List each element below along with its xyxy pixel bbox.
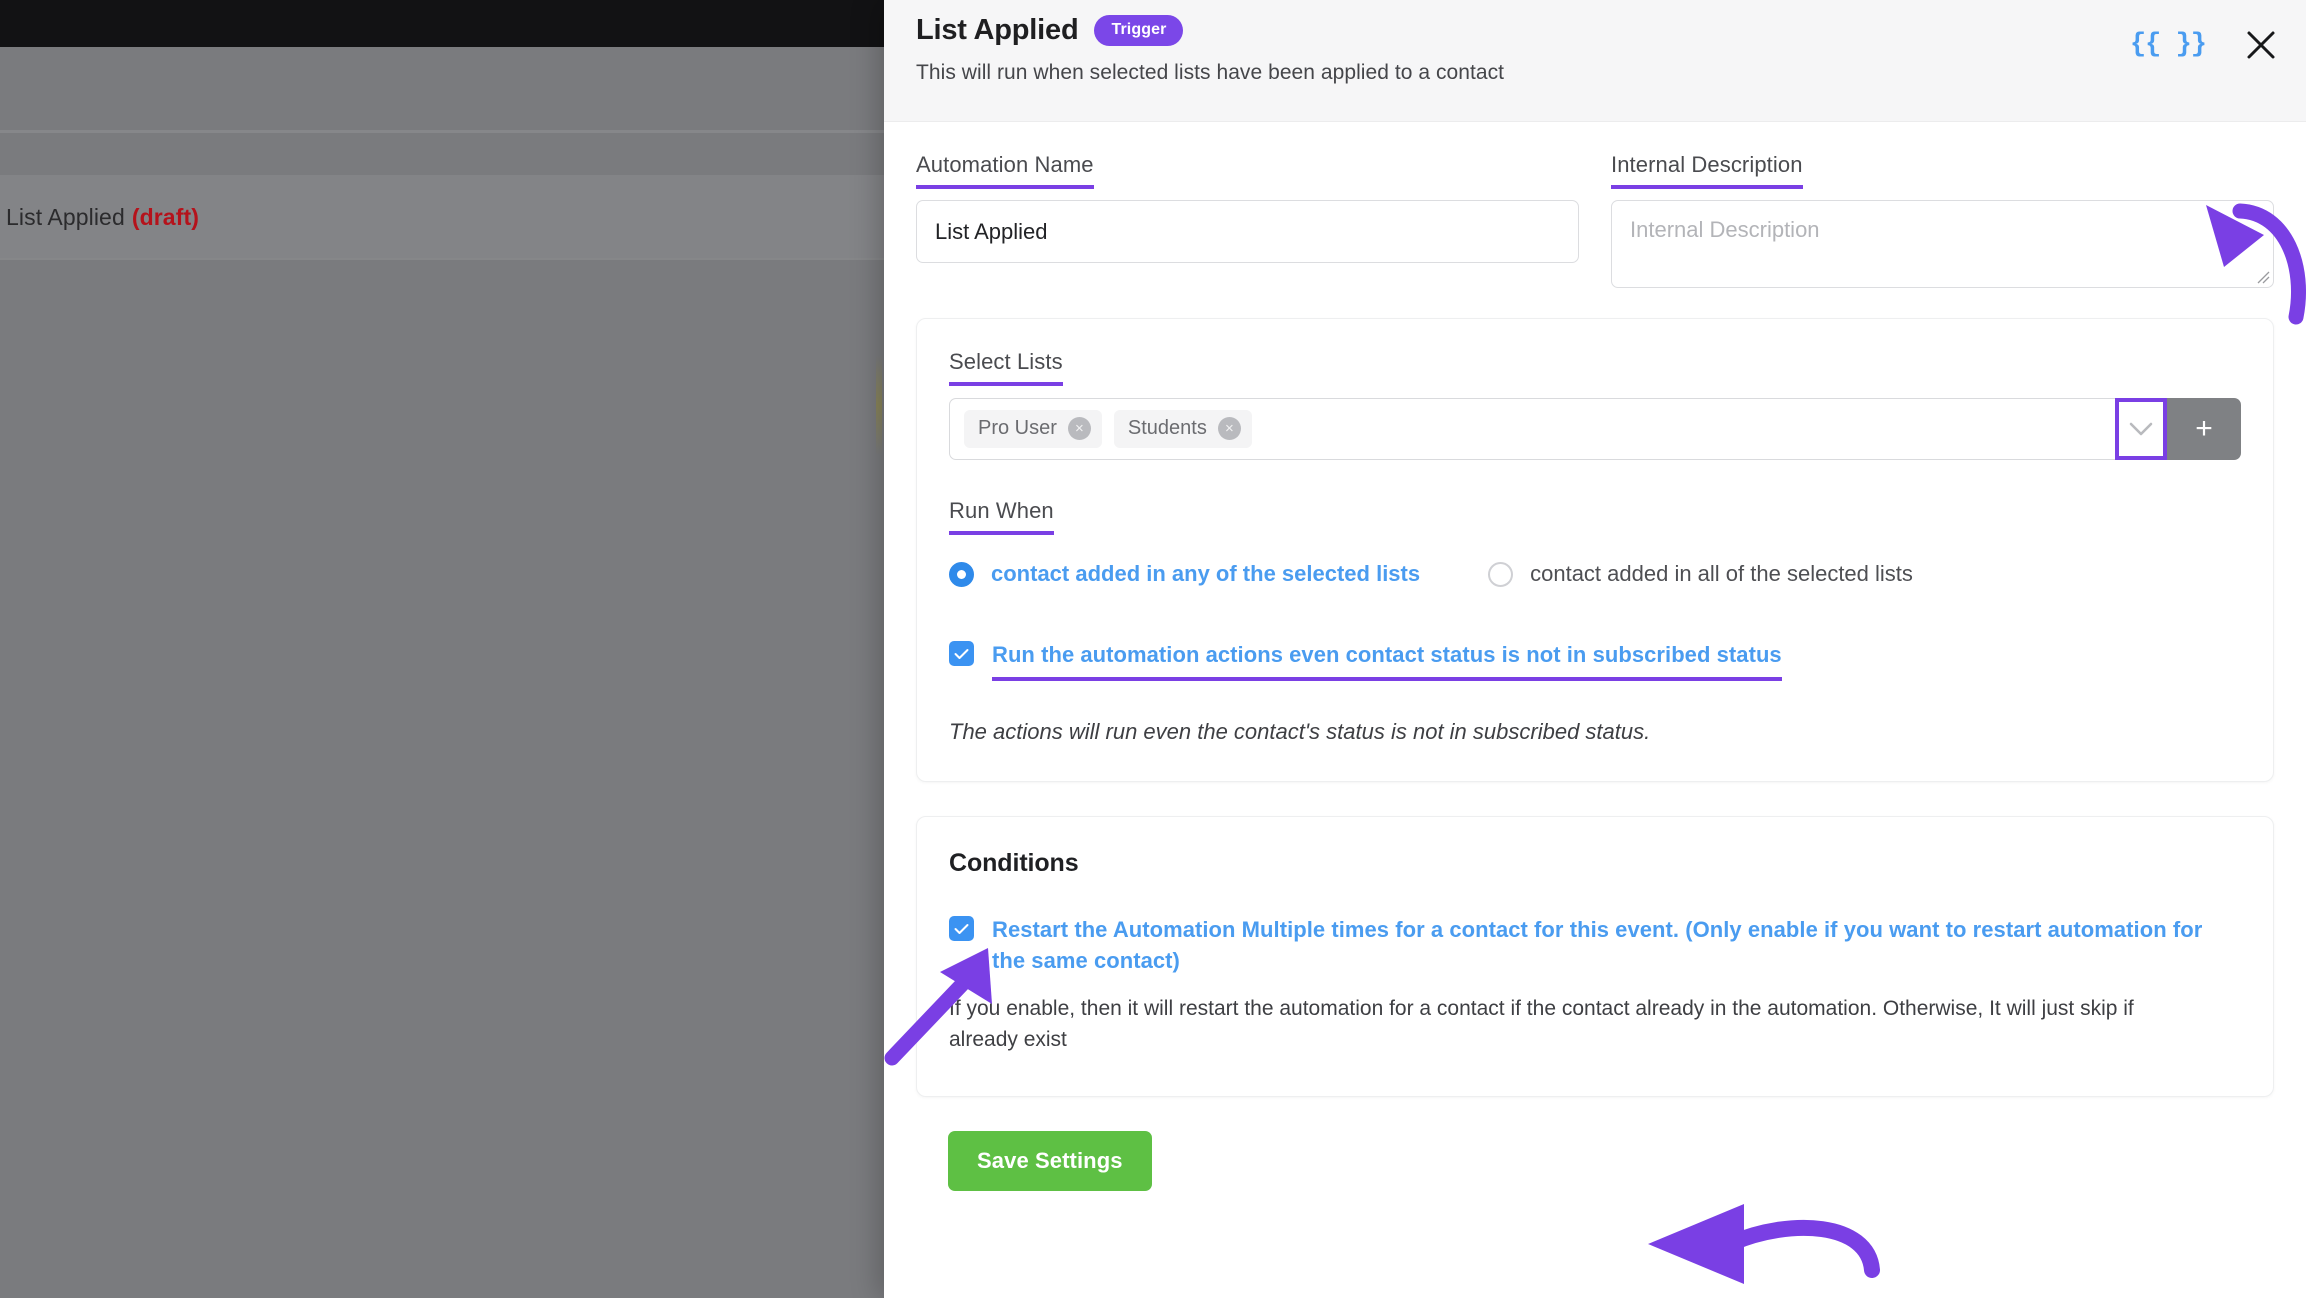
radio-icon-any[interactable] [949, 561, 974, 587]
background-automation-title: List Applied (draft) [0, 204, 199, 231]
divider-line [0, 258, 884, 260]
automation-name-input[interactable]: List Applied [916, 200, 1579, 263]
checkbox-restart-automation[interactable] [949, 916, 974, 942]
conditions-card: Conditions Restart the Automation Multip… [916, 816, 2274, 1097]
trigger-badge: Trigger [1094, 15, 1184, 46]
subscribed-status-option[interactable]: Run the automation actions even contact … [949, 639, 2241, 682]
radio-option-all[interactable]: contact added in all of the selected lis… [1488, 561, 1913, 587]
panel-subtitle: This will run when selected lists have b… [916, 61, 1505, 84]
list-tag[interactable]: Students × [1113, 410, 1252, 448]
conditions-title: Conditions [949, 849, 1079, 878]
radio-label-any: contact added in any of the selected lis… [991, 561, 1421, 586]
radio-icon-all[interactable] [1488, 561, 1514, 587]
panel-body: Automation Name List Applied Internal De… [884, 122, 2306, 1191]
radio-option-any[interactable]: contact added in any of the selected lis… [949, 561, 1420, 587]
background-node-sliver [876, 355, 882, 455]
app-sub-bar [0, 130, 884, 133]
chevron-down-icon[interactable] [2115, 398, 2167, 460]
restart-automation-option[interactable]: Restart the Automation Multiple times fo… [949, 914, 2241, 976]
resize-handle-icon[interactable] [2254, 268, 2270, 284]
panel-title: List Applied [916, 14, 1079, 46]
top-fields-row: Automation Name List Applied Internal De… [916, 152, 2274, 288]
automation-title-bar: List Applied (draft) [0, 175, 884, 259]
select-lists-row: Pro User × Students × + [949, 398, 2241, 460]
restart-automation-label: Restart the Automation Multiple times fo… [992, 917, 2203, 974]
subscribed-status-note: The actions will run even the contact's … [949, 719, 1651, 745]
internal-description-field-group: Internal Description Internal Descriptio… [1611, 152, 2274, 288]
trigger-settings-card: Select Lists Pro User × Students × + Run… [916, 318, 2274, 783]
close-icon[interactable] [2244, 28, 2278, 62]
checkbox-subscribed-status[interactable] [949, 641, 974, 666]
run-when-label: Run When [949, 498, 1054, 535]
subscribed-status-label: Run the automation actions even contact … [992, 639, 1782, 682]
remove-tag-icon[interactable]: × [1217, 417, 1241, 440]
panel-header: List Applied Trigger This will run when … [884, 0, 2306, 122]
automation-name-field-group: Automation Name List Applied [916, 152, 1579, 288]
background-automation-name: List Applied [6, 203, 125, 230]
background-draft-badge: (draft) [131, 203, 199, 230]
internal-description-label: Internal Description [1611, 152, 1803, 189]
trigger-settings-panel: List Applied Trigger This will run when … [884, 0, 2306, 1298]
smartcodes-icon[interactable]: {{ }} [2130, 30, 2207, 60]
run-when-options: contact added in any of the selected lis… [949, 561, 2241, 587]
save-settings-button[interactable]: Save Settings [948, 1130, 1152, 1191]
app-top-bar [0, 0, 884, 47]
list-tag-label: Pro User [978, 417, 1057, 439]
internal-description-textarea[interactable]: Internal Description [1611, 200, 2274, 288]
restart-automation-note: If you enable, then it will restart the … [949, 996, 2134, 1052]
panel-footer: Save Settings [948, 1130, 2274, 1191]
select-lists-label: Select Lists [949, 349, 1063, 386]
remove-tag-icon[interactable]: × [1067, 417, 1091, 440]
select-lists-input[interactable]: Pro User × Students × [949, 398, 2115, 460]
add-list-button[interactable]: + [2167, 398, 2241, 460]
list-tag[interactable]: Pro User × [964, 410, 1102, 448]
automation-name-label: Automation Name [916, 152, 1094, 189]
radio-label-all: contact added in all of the selected lis… [1530, 561, 1913, 586]
list-tag-label: Students [1127, 417, 1207, 439]
panel-header-actions: {{ }} [2130, 28, 2278, 62]
